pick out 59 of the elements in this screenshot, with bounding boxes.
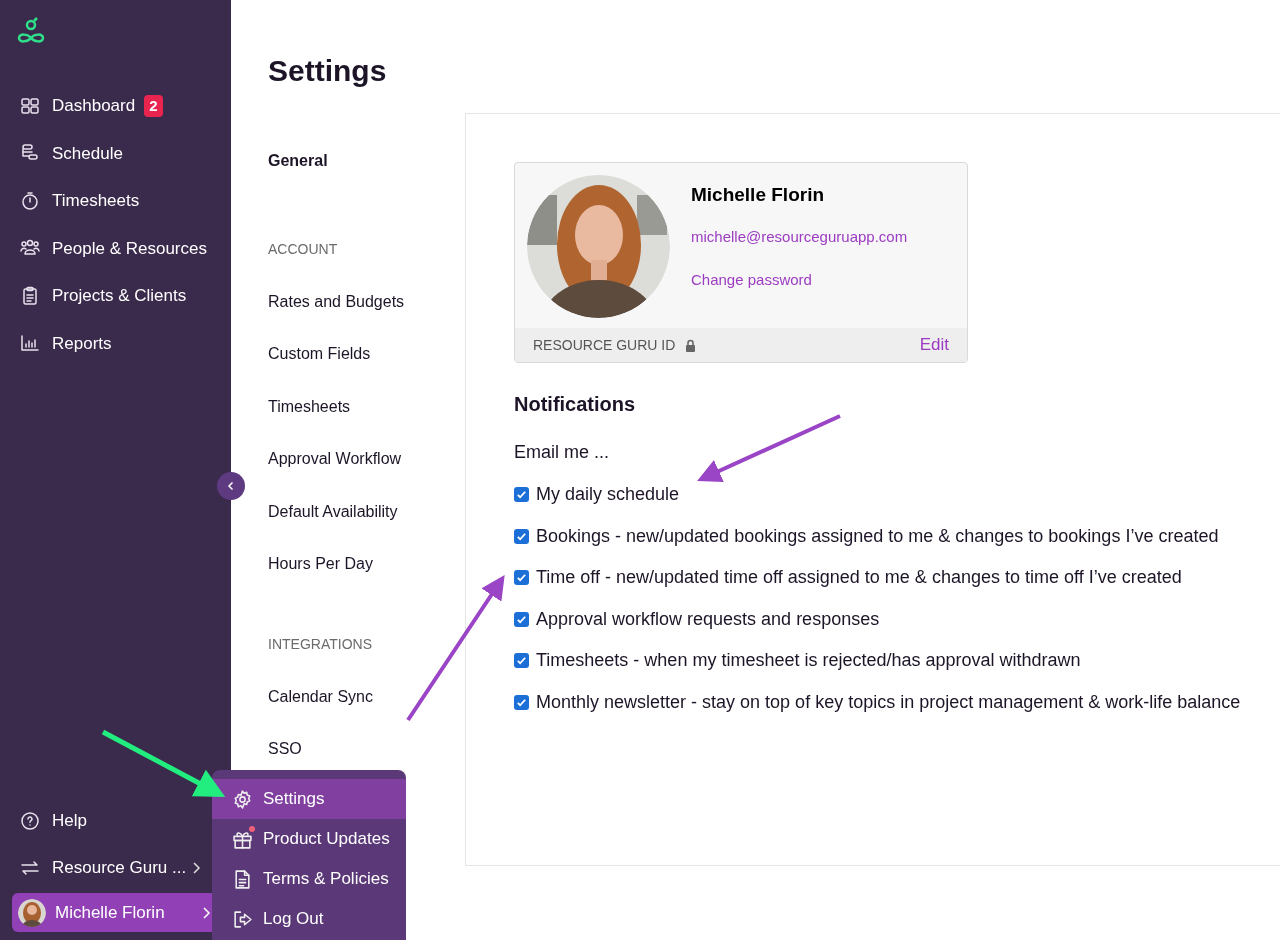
settings-icon <box>232 788 253 810</box>
notification-badge: 2 <box>144 94 163 117</box>
checkmark-icon <box>516 613 527 625</box>
logo-icon <box>16 16 46 46</box>
checkmark-icon <box>516 572 527 584</box>
nav-item[interactable]: People & Resources <box>0 224 231 272</box>
edit-link[interactable]: Edit <box>919 332 949 358</box>
checkmark-icon <box>516 655 527 667</box>
option-label: Bookings - new/updated bookings assigned to me & changes to bookings I’ve created <box>536 524 1219 548</box>
option-label: Timesheets - when my timesheet is rejected/has approval withdrawn <box>536 649 1081 673</box>
nav-item[interactable]: Projects & Clients <box>0 272 231 320</box>
nav-item[interactable]: Dashboard 2 <box>0 82 231 130</box>
stopwatch-icon <box>20 190 40 211</box>
bar-chart-icon <box>20 333 40 354</box>
section-label: INTEGRATIONS <box>268 635 373 654</box>
nav-item[interactable]: Reports <box>0 319 231 367</box>
menu-item[interactable]: Settings <box>212 779 406 819</box>
avatar <box>18 898 46 927</box>
chevron-right-icon <box>201 905 211 920</box>
checkmark-icon <box>516 696 527 708</box>
page-title: Settings <box>268 53 388 89</box>
checkbox[interactable] <box>514 653 529 669</box>
logout-icon <box>232 908 253 930</box>
option-label: Approval workflow requests and responses <box>536 607 880 631</box>
option-label: Monthly newsletter - stay on top of key topics in project management & work-life balance <box>536 690 1241 714</box>
document-icon <box>232 868 253 890</box>
lock-icon <box>685 338 697 352</box>
nav-item[interactable]: Timesheets <box>0 177 231 225</box>
id-label: RESOURCE GURU ID <box>533 335 676 355</box>
nav-item[interactable]: Schedule <box>0 129 231 177</box>
settings-nav-item[interactable]: General <box>268 135 465 188</box>
chevron-left-icon <box>226 481 236 491</box>
grid-icon <box>20 95 40 116</box>
checkbox[interactable] <box>514 528 529 544</box>
settings-nav-item[interactable]: Calendar Sync <box>268 670 465 723</box>
settings-nav-item[interactable]: Rates and Budgets <box>268 275 465 328</box>
option-label: Time off - new/updated time off assigned to me & changes to time off I’ve created <box>536 566 1182 590</box>
checkbox[interactable] <box>514 611 529 627</box>
collapse-button[interactable] <box>217 472 245 500</box>
settings-nav-item[interactable]: Timesheets <box>268 380 465 433</box>
checkmark-icon <box>516 489 527 501</box>
checkbox[interactable] <box>514 570 529 586</box>
settings-nav-item[interactable]: Custom Fields <box>268 328 465 381</box>
checkbox[interactable] <box>514 694 529 710</box>
clipboard-icon <box>20 285 40 306</box>
section-label: ACCOUNT <box>268 240 339 259</box>
settings-nav-item[interactable]: Default Availability <box>268 485 465 538</box>
settings-nav-item[interactable]: Hours Per Day <box>268 538 465 591</box>
intro-text: Email me ... <box>514 441 611 464</box>
option-label: My daily schedule <box>536 483 680 507</box>
checkbox[interactable] <box>514 487 529 503</box>
profile-name: Michelle Florin <box>691 183 826 207</box>
settings-nav-item[interactable]: Approval Workflow <box>268 433 465 486</box>
chevron-right-icon <box>191 860 201 875</box>
change-password-link[interactable]: Change password <box>691 269 908 292</box>
section-heading: Notifications <box>514 392 637 417</box>
email-link[interactable]: michelle@resourceguruapp.com <box>691 225 908 248</box>
checkmark-icon <box>516 530 527 542</box>
help-icon <box>20 810 40 831</box>
